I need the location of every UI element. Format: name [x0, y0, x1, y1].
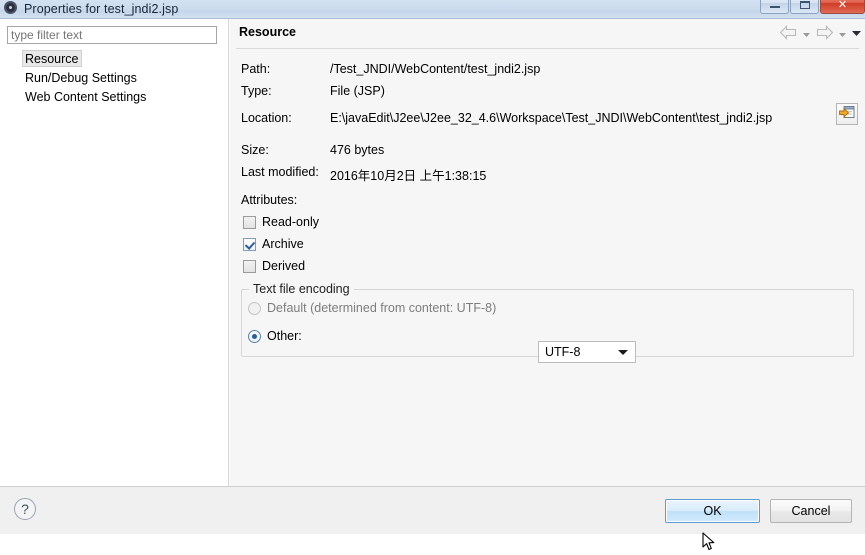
field-label: Type: [241, 84, 272, 98]
checkbox-box-checked [243, 237, 256, 251]
help-icon[interactable]: ? [14, 498, 36, 520]
close-icon: ✕ [837, 0, 848, 11]
field-value: 2016年10月2日 上午1:38:15 [330, 169, 487, 183]
field-label: Path: [241, 62, 271, 76]
chevron-down-icon [618, 350, 628, 355]
checkbox-archive[interactable]: Archive [243, 237, 304, 251]
checkbox-label: Derived [262, 259, 306, 273]
sidebar-item-web-content-settings[interactable]: Web Content Settings [0, 88, 228, 107]
settings-page-tree: Resource Run/Debug Settings Web Content … [0, 50, 228, 107]
radio-label: Other: [267, 329, 302, 343]
encoding-combobox-value: UTF-8 [545, 345, 581, 359]
settings-page-tree-pane: Resource Run/Debug Settings Web Content … [0, 19, 228, 486]
window-controls: ✕ [759, 0, 865, 14]
attributes-label: Attributes: [241, 193, 298, 207]
minimize-button[interactable] [760, 0, 789, 14]
properties-dialog: Resource Run/Debug Settings Web Content … [0, 19, 865, 551]
cancel-button[interactable]: Cancel [770, 499, 852, 523]
page-title: Resource [239, 25, 296, 39]
sidebar-item-label: Web Content Settings [25, 90, 147, 104]
radio-box [248, 301, 261, 315]
checkbox-box [243, 215, 256, 229]
ok-button[interactable]: OK [665, 499, 760, 523]
page-menu-chevron-down-icon[interactable] [851, 28, 861, 37]
checkbox-label: Read-only [262, 215, 319, 229]
checkbox-derived[interactable]: Derived [243, 259, 305, 273]
text-file-encoding-group-label: Text file encoding [249, 282, 354, 296]
arrow-left-icon[interactable] [779, 25, 798, 40]
radio-other-encoding[interactable]: Other: [248, 329, 302, 343]
show-in-system-explorer-icon[interactable] [836, 103, 858, 125]
field-value: File (JSP) [330, 84, 385, 98]
radio-box-selected [248, 329, 261, 343]
sidebar-item-label: Run/Debug Settings [25, 71, 137, 85]
filter-input[interactable] [7, 26, 217, 44]
window-title-bar: Properties for test_jndi2.jsp ✕ [0, 0, 865, 19]
arrow-right-icon[interactable] [815, 25, 834, 40]
radio-label: Default (determined from content: UTF-8) [267, 301, 497, 315]
field-label: Last modified: [241, 165, 319, 179]
page-header: Resource [230, 19, 865, 49]
sidebar-item-label: Resource [22, 50, 82, 67]
dialog-footer: ? OK Cancel [0, 487, 865, 534]
properties-gear-icon [3, 1, 19, 17]
radio-default-encoding[interactable]: Default (determined from content: UTF-8) [248, 301, 496, 315]
field-value: /Test_JNDI/WebContent/test_jndi2.jsp [330, 62, 541, 76]
checkbox-box [243, 259, 256, 273]
page-navigation-toolbar [779, 25, 861, 40]
back-history-chevron-down-icon[interactable] [802, 28, 811, 37]
field-label: Size: [241, 143, 269, 157]
checkbox-read-only[interactable]: Read-only [243, 215, 319, 229]
mouse-cursor [702, 532, 716, 552]
resource-properties-page: Resource Path: /Test_JNDI/WebContent/tes… [230, 19, 865, 486]
header-separator [236, 48, 859, 49]
close-button[interactable]: ✕ [820, 0, 865, 14]
sidebar-item-resource[interactable]: Resource [0, 50, 228, 69]
forward-history-chevron-down-icon[interactable] [838, 28, 847, 37]
field-value: E:\javaEdit\J2ee\J2ee_32_4.6\Workspace\T… [330, 111, 773, 125]
field-value: 476 bytes [330, 143, 385, 157]
sidebar-item-run-debug-settings[interactable]: Run/Debug Settings [0, 69, 228, 88]
field-label: Location: [241, 111, 292, 125]
maximize-button[interactable] [790, 0, 819, 14]
window-title: Properties for test_jndi2.jsp [24, 1, 179, 16]
encoding-combobox[interactable]: UTF-8 [538, 341, 636, 363]
checkbox-label: Archive [262, 237, 304, 251]
